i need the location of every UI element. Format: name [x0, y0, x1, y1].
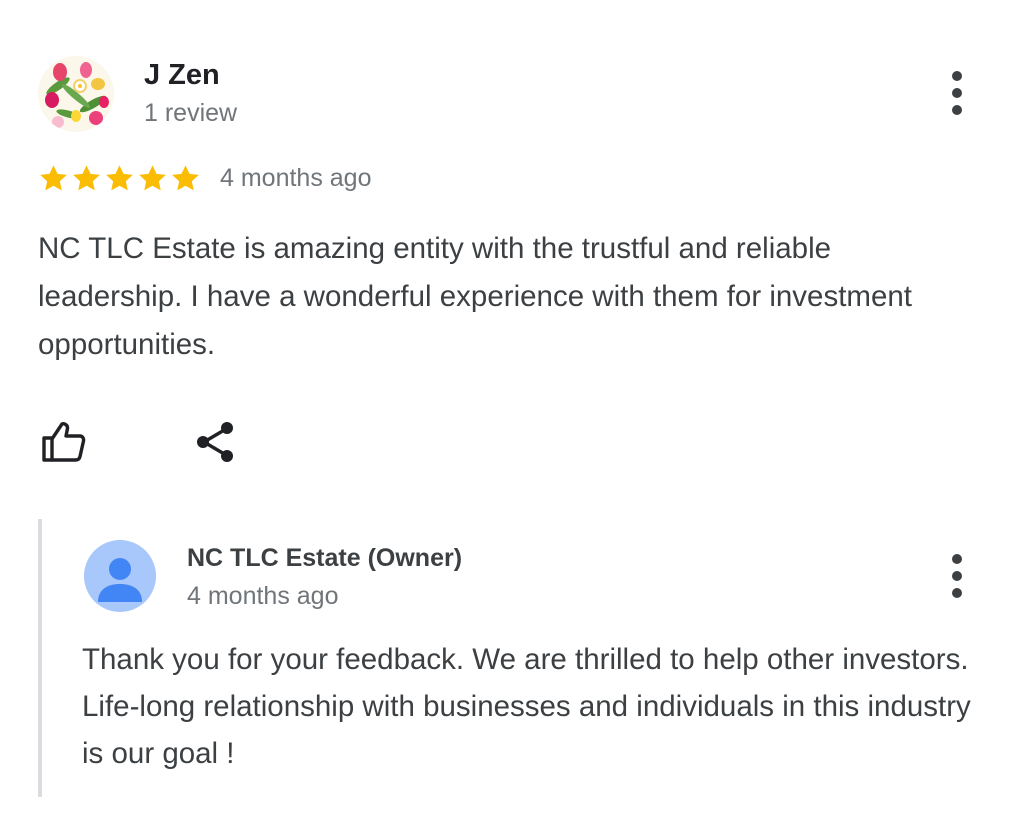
star-icon — [73, 164, 100, 190]
star-icon — [106, 164, 133, 190]
reviewer-review-count[interactable]: 1 review — [144, 97, 237, 129]
thumb-up-outline-icon — [42, 422, 86, 462]
owner-avatar[interactable] — [84, 540, 156, 612]
reply-indent-bar — [38, 519, 42, 797]
owner-reply-text: Thank you for your feedback. We are thri… — [82, 643, 971, 770]
rating-row: 4 months ago — [38, 159, 372, 197]
share-button[interactable] — [192, 418, 240, 466]
star-icon — [139, 164, 166, 190]
flower-bouquet-avatar-icon — [38, 56, 114, 132]
more-vert-icon — [952, 71, 962, 81]
owner-name: NC TLC Estate (Owner) — [187, 544, 463, 572]
share-icon — [197, 422, 233, 462]
reviewer-avatar[interactable] — [38, 56, 114, 132]
reviewer-name[interactable]: J Zen — [144, 58, 220, 92]
owner-reply-time: 4 months ago — [187, 582, 339, 610]
star-icon — [40, 164, 67, 190]
default-person-avatar-icon — [84, 540, 156, 612]
review-text: NC TLC Estate is amazing entity with the… — [38, 232, 912, 361]
star-icon — [172, 164, 199, 190]
more-vert-icon — [952, 554, 962, 564]
star-rating — [38, 163, 201, 194]
reply-more-options-button[interactable] — [942, 551, 972, 601]
review-time: 4 months ago — [220, 163, 372, 192]
review-more-options-button[interactable] — [942, 68, 972, 118]
like-button[interactable] — [40, 418, 88, 466]
